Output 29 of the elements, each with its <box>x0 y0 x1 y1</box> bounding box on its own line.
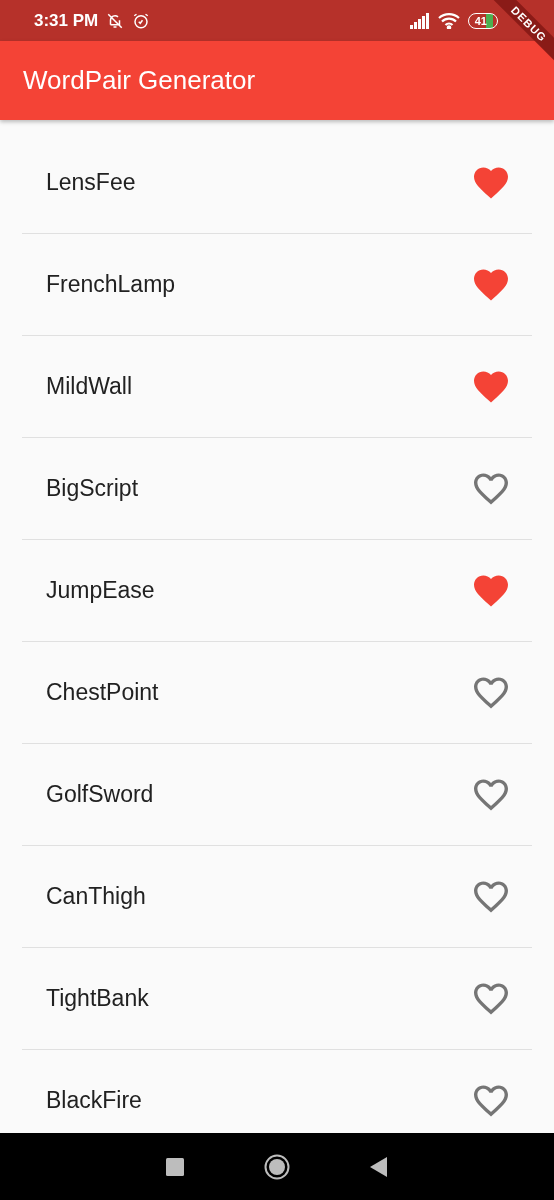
word-pair-label[interactable]: ChestPoint <box>46 679 159 706</box>
outline-heart-icon[interactable] <box>474 675 508 710</box>
filled-heart-icon[interactable] <box>474 165 508 200</box>
status-time: 3:31 PM <box>34 10 99 31</box>
word-pair-label[interactable]: BlackFire <box>46 1087 142 1114</box>
app-bar-title: WordPair Generator <box>23 65 256 96</box>
word-pair-label[interactable]: BigScript <box>46 475 139 502</box>
wifi-icon <box>437 12 460 29</box>
word-pair-label[interactable]: TightBank <box>46 985 149 1012</box>
alarm-icon <box>132 11 151 30</box>
filled-heart-icon[interactable] <box>474 573 508 608</box>
word-pair-label[interactable]: FrenchLamp <box>46 271 176 298</box>
filled-heart-icon[interactable] <box>474 369 508 404</box>
outline-heart-icon[interactable] <box>474 777 508 812</box>
word-pair-label[interactable]: JumpEase <box>46 577 155 604</box>
bell-off-icon <box>106 11 125 30</box>
home-icon[interactable] <box>264 1153 290 1180</box>
word-pair-label[interactable]: CanThigh <box>46 883 146 910</box>
outline-heart-icon[interactable] <box>474 879 508 914</box>
word-pair-label[interactable]: LensFee <box>46 169 136 196</box>
recents-icon[interactable] <box>166 1157 184 1176</box>
filled-heart-icon[interactable] <box>474 267 508 302</box>
outline-heart-icon[interactable] <box>474 1083 508 1118</box>
back-icon[interactable] <box>370 1156 388 1177</box>
signal-icon <box>409 12 430 29</box>
outline-heart-icon[interactable] <box>474 981 508 1016</box>
word-pair-label[interactable]: MildWall <box>46 373 133 400</box>
outline-heart-icon[interactable] <box>474 471 508 506</box>
word-pair-label[interactable]: GolfSword <box>46 781 154 808</box>
